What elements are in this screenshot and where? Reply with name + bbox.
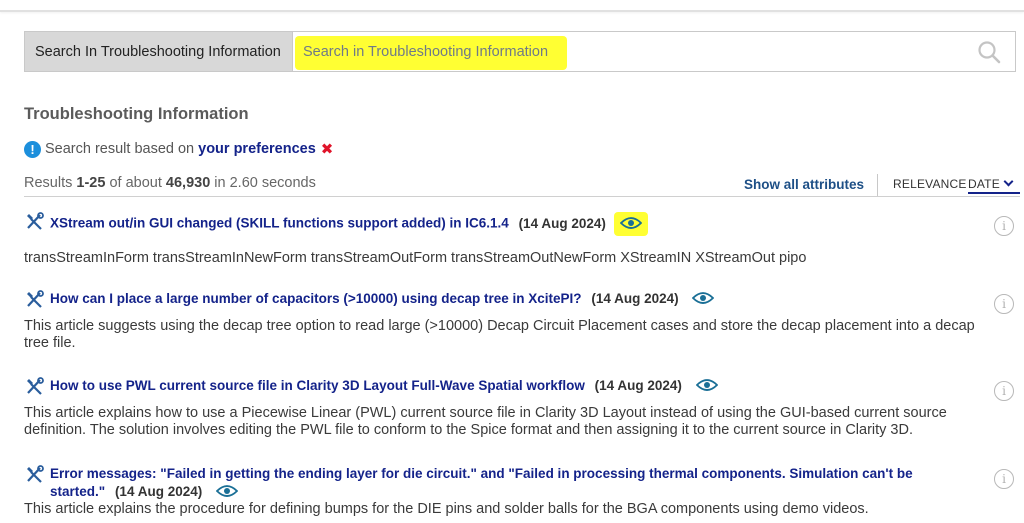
search-scope-button[interactable]: Search In Troubleshooting Information: [25, 32, 293, 71]
eye-icon[interactable]: [692, 291, 715, 305]
result-title-line: How to use PWL current source file in Cl…: [24, 377, 1020, 395]
result-description: transStreamInForm transStreamInNewForm t…: [24, 250, 807, 266]
search-input-wrapper: [293, 32, 1015, 71]
result-description: This article suggests using the decap tr…: [24, 318, 975, 351]
result-item: How to use PWL current source file in Cl…: [24, 377, 1020, 439]
result-description: This article explains how to use a Piece…: [24, 405, 947, 438]
result-description: This article explains the procedure for …: [24, 501, 869, 517]
search-input[interactable]: [303, 32, 943, 71]
show-all-attributes-link[interactable]: Show all attributes: [744, 177, 864, 192]
wrench-screwdriver-icon: [27, 377, 44, 395]
preferences-prefix: Search result based on: [45, 141, 195, 157]
eye-icon[interactable]: [619, 216, 642, 230]
sort-relevance[interactable]: RELEVANCE: [893, 177, 967, 191]
result-item: XStream out/in GUI changed (SKILL functi…: [24, 212, 1020, 267]
result-item: How can I place a large number of capaci…: [24, 290, 1020, 352]
result-title-link[interactable]: XStream out/in GUI changed (SKILL functi…: [50, 216, 509, 231]
result-date: (14 Aug 2024): [114, 484, 203, 499]
result-title-link[interactable]: How can I place a large number of capaci…: [50, 291, 582, 306]
search-icon[interactable]: [977, 40, 1001, 64]
result-title-link[interactable]: How to use PWL current source file in Cl…: [50, 378, 585, 393]
eye-icon[interactable]: [216, 484, 238, 498]
result-item: Error messages: "Failed in getting the e…: [24, 465, 1020, 518]
top-bar: [0, 0, 1024, 12]
info-circle-icon[interactable]: i: [994, 216, 1014, 236]
result-title-line: XStream out/in GUI changed (SKILL functi…: [24, 212, 1020, 236]
remove-preferences-icon[interactable]: ✖: [321, 140, 334, 158]
results-toolbar: Results 1-25 of about 46,930 in 2.60 sec…: [24, 174, 1020, 197]
info-circle-icon[interactable]: i: [994, 469, 1014, 489]
eye-icon[interactable]: [695, 378, 718, 392]
section-title: Troubleshooting Information: [24, 105, 249, 123]
result-date: (14 Aug 2024): [591, 291, 679, 306]
preferences-link[interactable]: your preferences: [198, 141, 316, 157]
result-date: (14 Aug 2024): [518, 215, 606, 231]
wrench-screwdriver-icon: [27, 290, 44, 308]
exclamation-info-icon: !: [24, 140, 41, 158]
sort-divider: [877, 174, 878, 196]
info-circle-icon[interactable]: i: [994, 381, 1014, 401]
results-count: Results 1-25 of about 46,930 in 2.60 sec…: [24, 175, 316, 191]
result-title-line: Error messages: "Failed in getting the e…: [24, 465, 954, 501]
result-date: (14 Aug 2024): [594, 378, 682, 393]
sort-date[interactable]: DATE: [968, 176, 1020, 194]
wrench-screwdriver-icon: [27, 465, 44, 483]
result-title-line: How can I place a large number of capaci…: [24, 290, 1020, 308]
chevron-down-icon: [1003, 176, 1014, 187]
info-circle-icon[interactable]: i: [994, 294, 1014, 314]
preferences-notice: ! Search result based on your preference…: [24, 140, 333, 158]
eye-highlight: [613, 212, 648, 236]
wrench-screwdriver-icon: [27, 212, 44, 230]
search-bar: Search In Troubleshooting Information: [24, 31, 1016, 72]
